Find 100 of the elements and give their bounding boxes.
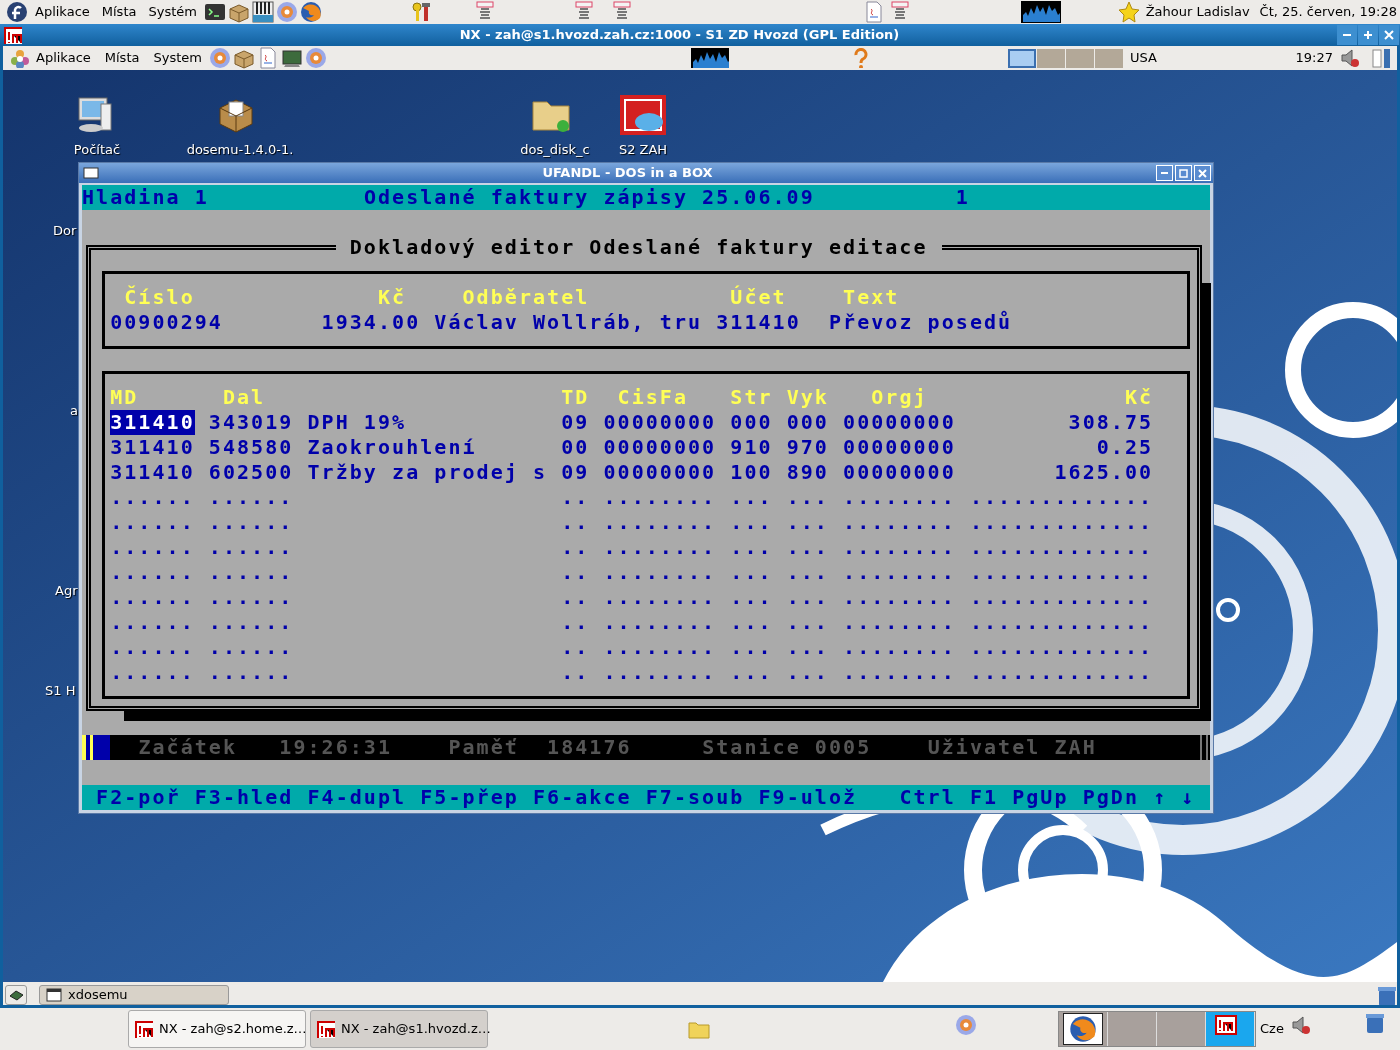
table-cell[interactable]: 000 — [786, 410, 829, 435]
table-cell[interactable]: 00000000 — [603, 410, 717, 435]
empty-cell[interactable]: ........ — [603, 660, 717, 685]
table-cell[interactable]: 311410 — [110, 410, 195, 435]
empty-cell[interactable]: ...... — [208, 660, 294, 685]
empty-cell[interactable]: ... — [786, 560, 829, 585]
empty-cell[interactable]: ........ — [843, 510, 956, 535]
empty-cell[interactable]: ... — [730, 560, 773, 585]
icon-label[interactable]: Dor — [53, 221, 77, 241]
minimize-button[interactable] — [1337, 25, 1357, 45]
maximize-button[interactable] — [1175, 165, 1192, 181]
icon-label[interactable]: Agr — [55, 581, 78, 601]
table-cell[interactable]: 890 — [786, 460, 829, 485]
field-value[interactable]: Václav Wollráb, tru — [434, 310, 703, 335]
icon-label[interactable]: dosemu-1.4.0-1. — [186, 142, 294, 158]
empty-cell[interactable]: ........ — [843, 635, 956, 660]
icon-label[interactable]: Počítač — [73, 142, 121, 158]
flower-icon[interactable] — [9, 48, 29, 68]
key-hint[interactable]: ↑ — [1153, 785, 1168, 810]
empty-cell[interactable]: ........ — [843, 610, 956, 635]
empty-cell[interactable]: ...... — [208, 485, 294, 510]
empty-cell[interactable]: ........ — [603, 535, 717, 560]
table-cell[interactable]: 00000000 — [603, 435, 717, 460]
nx-icon[interactable] — [317, 1020, 335, 1038]
empty-cell[interactable]: .. — [561, 610, 590, 635]
piano-icon[interactable] — [251, 1, 274, 23]
empty-cell[interactable]: ... — [730, 510, 773, 535]
table-cell[interactable]: 00000000 — [843, 435, 956, 460]
empty-cell[interactable]: ........ — [603, 560, 717, 585]
close-button[interactable] — [1379, 25, 1399, 45]
empty-cell[interactable]: ............. — [969, 660, 1154, 685]
empty-cell[interactable]: ............. — [969, 485, 1154, 510]
menu-item[interactable]: Systém — [145, 2, 200, 22]
menu-item[interactable]: Místa — [101, 48, 143, 68]
table-cell[interactable]: 343019 — [208, 410, 294, 435]
table-cell[interactable]: 1625.00 — [1054, 460, 1154, 485]
window-icon[interactable] — [46, 986, 62, 1003]
empty-cell[interactable]: ...... — [110, 510, 195, 535]
terminal-icon[interactable] — [203, 1, 226, 23]
empty-cell[interactable]: ........ — [843, 485, 956, 510]
empty-cell[interactable]: .. — [561, 660, 590, 685]
logo-icon[interactable] — [6, 1, 28, 23]
empty-cell[interactable]: ............. — [969, 635, 1154, 660]
empty-cell[interactable]: ........ — [843, 535, 956, 560]
empty-cell[interactable]: ... — [730, 535, 773, 560]
menu-item[interactable]: Místa — [98, 2, 140, 22]
key-hint[interactable]: F2-poř — [96, 785, 181, 810]
workspace-tile[interactable] — [1007, 48, 1036, 68]
empty-cell[interactable]: ...... — [110, 585, 195, 610]
workspace-tile[interactable] — [1094, 48, 1123, 68]
empty-cell[interactable]: .. — [561, 635, 590, 660]
empty-cell[interactable]: ... — [786, 635, 829, 660]
nx-icon[interactable] — [619, 94, 667, 138]
empty-cell[interactable]: ...... — [110, 560, 195, 585]
empty-cell[interactable]: ...... — [110, 635, 195, 660]
table-cell[interactable]: 000 — [730, 410, 773, 435]
empty-cell[interactable]: ...... — [208, 535, 294, 560]
empty-cell[interactable]: ...... — [208, 510, 294, 535]
empty-cell[interactable]: ........ — [603, 510, 717, 535]
table-cell[interactable]: 09 — [561, 410, 590, 435]
empty-cell[interactable]: .. — [561, 585, 590, 610]
battery-icon[interactable] — [1371, 47, 1393, 69]
empty-cell[interactable]: ... — [786, 510, 829, 535]
empty-cell[interactable]: ... — [786, 485, 829, 510]
empty-cell[interactable]: ... — [786, 535, 829, 560]
empty-cell[interactable]: .. — [561, 485, 590, 510]
table-cell[interactable]: 311410 — [110, 460, 195, 485]
table-cell[interactable]: 09 — [561, 460, 590, 485]
menu-item[interactable]: Aplikace — [32, 2, 93, 22]
table-cell[interactable]: 311410 — [110, 435, 195, 460]
show-desktop-button[interactable] — [5, 984, 27, 1005]
empty-cell[interactable]: ... — [730, 610, 773, 635]
graph-icon[interactable] — [1020, 1, 1061, 23]
empty-cell[interactable]: ........ — [603, 485, 717, 510]
empty-cell[interactable]: ........ — [603, 610, 717, 635]
table-cell[interactable]: 100 — [730, 460, 773, 485]
empty-cell[interactable]: ........ — [843, 585, 956, 610]
empty-cell[interactable]: ...... — [208, 635, 294, 660]
table-cell[interactable]: 548580 — [208, 435, 294, 460]
key-hint[interactable]: F1 — [969, 785, 999, 810]
key-hint[interactable]: PgDn — [1082, 785, 1140, 810]
key-hint[interactable]: F5-přep — [420, 785, 519, 810]
field-value[interactable]: 1934.00 — [321, 310, 421, 335]
task-button[interactable]: NX - zah@s1.hvozd.z… — [310, 1010, 488, 1048]
table-cell[interactable]: 910 — [730, 435, 773, 460]
empty-cell[interactable]: ........ — [843, 560, 956, 585]
empty-cell[interactable]: ...... — [208, 585, 294, 610]
task-button[interactable]: xdosemu — [39, 984, 229, 1005]
table-cell[interactable]: 0.25 — [1096, 435, 1154, 460]
empty-cell[interactable]: ... — [786, 610, 829, 635]
keyboard-layout[interactable]: Cze — [1260, 1019, 1284, 1039]
key-hint[interactable]: ↓ — [1181, 785, 1196, 810]
minimize-button[interactable] — [1156, 165, 1173, 181]
empty-cell[interactable]: ...... — [110, 485, 195, 510]
empty-cell[interactable]: ... — [786, 660, 829, 685]
table-cell[interactable]: 00000000 — [603, 460, 717, 485]
empty-cell[interactable]: ........ — [843, 660, 956, 685]
close-button[interactable] — [1194, 165, 1211, 181]
empty-cell[interactable]: ... — [730, 585, 773, 610]
keyboard-layout[interactable]: USA — [1129, 48, 1157, 68]
